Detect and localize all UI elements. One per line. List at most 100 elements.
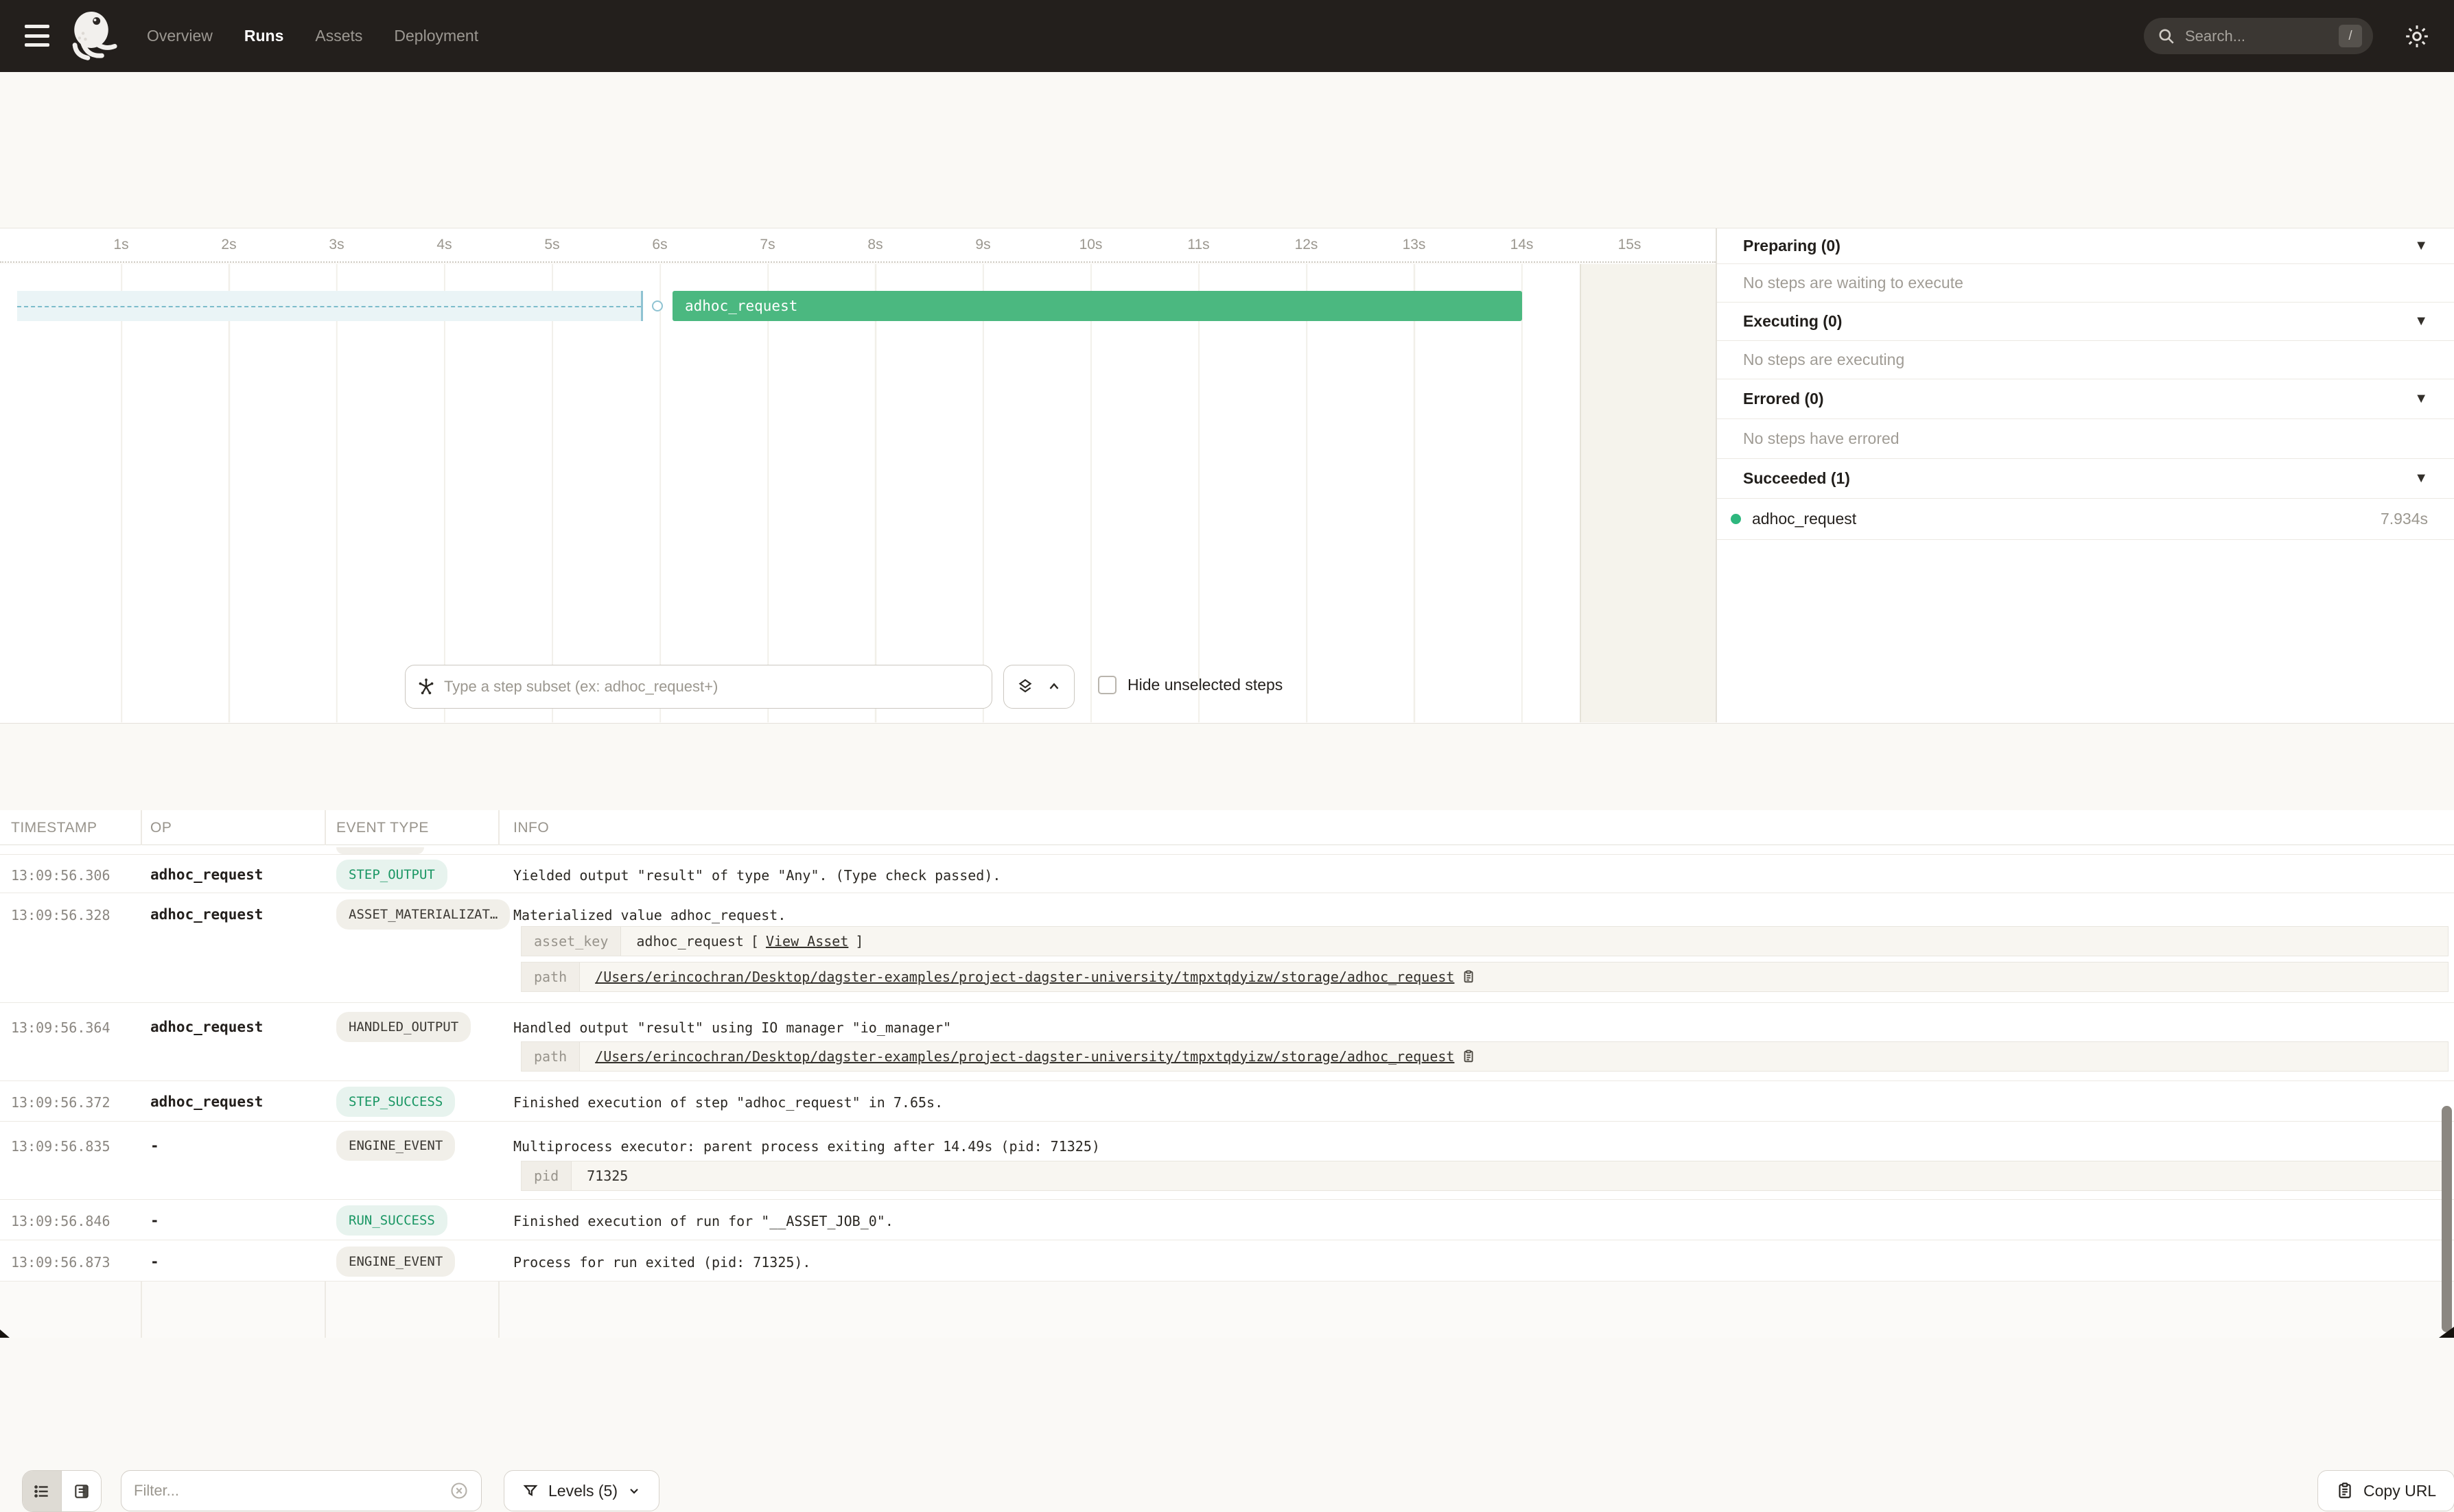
scrollbar-thumb[interactable] [2442,1106,2452,1332]
axis-tick: 11s [1145,237,1252,253]
storage-path-link[interactable]: /Users/erincochran/Desktop/dagster-examp… [595,1048,1454,1065]
axis-tick: 8s [821,237,929,253]
partial-event-pill [336,847,424,854]
run-header: f4dc5863 Success adhoc_request Sep 15, 1… [0,72,2454,150]
log-op: adhoc_request [150,1094,263,1110]
log-op: adhoc_request [150,866,263,883]
section-caret-icon[interactable]: ▼ [2414,471,2428,486]
step-subset-input[interactable] [444,678,992,696]
axis-tick: 1s [67,237,175,253]
section-errored[interactable]: Errored (0) ▼ [1717,379,2454,419]
log-structured-view-button[interactable] [62,1471,101,1511]
nav-item-deployment[interactable]: Deployment [394,27,478,45]
section-title: Succeeded (1) [1743,469,1850,488]
metadata-key: pid [522,1161,572,1190]
search-placeholder: Search... [2185,27,2245,45]
nav-item-assets[interactable]: Assets [315,27,362,45]
window-corner [2439,1327,2454,1338]
log-info: Process for run exited (pid: 71325). [513,1254,810,1271]
clipboard-icon [2336,1482,2354,1500]
section-caret-icon[interactable]: ▼ [2414,391,2428,407]
log-table-header: TIMESTAMP OP EVENT TYPE INFO [0,810,2454,845]
log-row[interactable]: 13:09:56.846 - RUN_SUCCESS Finished exec… [0,1200,2454,1240]
gantt-toolbar: Hide not started steps Re-execute all (*… [0,150,2454,228]
log-row[interactable]: 13:09:56.835 - ENGINE_EVENT Multiprocess… [0,1122,2454,1200]
view-asset-link[interactable]: View Asset [766,933,848,949]
dagster-logo-icon[interactable] [63,8,119,64]
event-type-badge: STEP_SUCCESS [336,1087,455,1117]
axis-tick: 15s [1576,237,1683,253]
nav-item-overview[interactable]: Overview [147,27,213,45]
section-preparing[interactable]: Preparing (0) ▼ [1717,228,2454,264]
global-search-input[interactable]: Search... / [2144,18,2373,54]
log-row[interactable]: 13:09:56.328 adhoc_request ASSET_MATERIA… [0,893,2454,1003]
axis-tick: 2s [175,237,283,253]
copy-url-button[interactable]: Copy URL [2317,1470,2454,1511]
funnel-icon [522,1483,539,1499]
axis-tick: 6s [606,237,714,253]
log-timestamp: 13:09:56.306 [11,867,110,884]
axis-tick: 7s [714,237,821,253]
metadata-key: asset_key [522,927,621,956]
log-timestamp: 13:09:56.846 [11,1213,110,1229]
section-caret-icon[interactable]: ▼ [2414,314,2428,329]
col-timestamp: TIMESTAMP [11,820,97,836]
metadata-row-path: path /Users/erincochran/Desktop/dagster-… [521,1041,2449,1072]
axis-tick: 14s [1468,237,1576,253]
hamburger-menu-icon[interactable] [25,25,49,47]
gantt-canvas [0,264,1716,722]
storage-path-link[interactable]: /Users/erincochran/Desktop/dagster-examp… [595,969,1454,985]
log-op: adhoc_request [150,906,263,923]
levels-filter-button[interactable]: Levels (5) [504,1470,659,1511]
section-succeeded[interactable]: Succeeded (1) ▼ [1717,459,2454,499]
log-op: adhoc_request [150,1019,263,1035]
section-title: Executing (0) [1743,312,1842,331]
event-type-badge: ENGINE_EVENT [336,1247,455,1277]
settings-gear-icon[interactable] [2403,23,2431,50]
log-timestamp: 13:09:56.328 [11,907,110,923]
nav-item-runs[interactable]: Runs [244,27,284,45]
section-title: Preparing (0) [1743,237,1840,255]
log-row-partial[interactable] [0,845,2454,855]
col-event-type: EVENT TYPE [336,820,429,836]
log-op: - [150,1253,159,1270]
event-type-badge: ASSET_MATERIALIZAT… [336,899,510,930]
search-shortcut-key: / [2339,25,2362,47]
top-nav: Overview Runs Assets Deployment Search..… [0,0,2454,72]
section-executing[interactable]: Executing (0) ▼ [1717,303,2454,341]
axis-tick: 9s [929,237,1037,253]
copy-path-icon[interactable] [1461,969,1476,984]
gantt-step-bar[interactable]: adhoc_request [673,291,1522,321]
event-type-badge: STEP_OUTPUT [336,860,447,890]
caret-up-icon [1047,679,1062,694]
succeeded-step-row[interactable]: adhoc_request 7.934s [1717,499,2454,540]
log-row[interactable]: 13:09:56.372 adhoc_request STEP_SUCCESS … [0,1081,2454,1122]
log-info: Multiprocess executor: parent process ex… [513,1138,1100,1155]
event-type-badge: RUN_SUCCESS [336,1205,447,1236]
log-toolbar: Levels (5) Copy URL [0,723,2454,810]
clear-filter-icon[interactable] [449,1481,469,1500]
step-subset-apply-group[interactable] [1003,665,1075,709]
hide-unselected-checkbox[interactable] [1098,676,1117,694]
section-caret-icon[interactable]: ▼ [2414,238,2428,254]
search-icon [2158,27,2175,45]
copy-path-icon[interactable] [1461,1049,1476,1064]
log-view-mode-group [22,1470,102,1512]
layers-icon [1016,678,1034,696]
axis-tick: 5s [498,237,606,253]
log-info: Materialized value adhoc_request. [513,907,786,923]
log-row[interactable]: 13:09:56.873 - ENGINE_EVENT Process for … [0,1240,2454,1281]
bracket: ] [855,933,863,949]
log-row[interactable]: 13:09:56.306 adhoc_request STEP_OUTPUT Y… [0,855,2454,893]
log-filter-input[interactable] [134,1482,449,1500]
step-duration: 7.934s [2381,510,2428,528]
axis-tick: 4s [390,237,498,253]
log-info: Handled output "result" using IO manager… [513,1019,951,1036]
step-name: adhoc_request [1752,510,1856,528]
log-info: Finished execution of step "adhoc_reques… [513,1094,943,1111]
window-corner [0,1330,10,1338]
log-list-view-button[interactable] [23,1471,62,1511]
log-op: - [150,1212,159,1229]
log-row[interactable]: 13:09:56.364 adhoc_request HANDLED_OUTPU… [0,1003,2454,1081]
event-type-badge: ENGINE_EVENT [336,1131,455,1161]
